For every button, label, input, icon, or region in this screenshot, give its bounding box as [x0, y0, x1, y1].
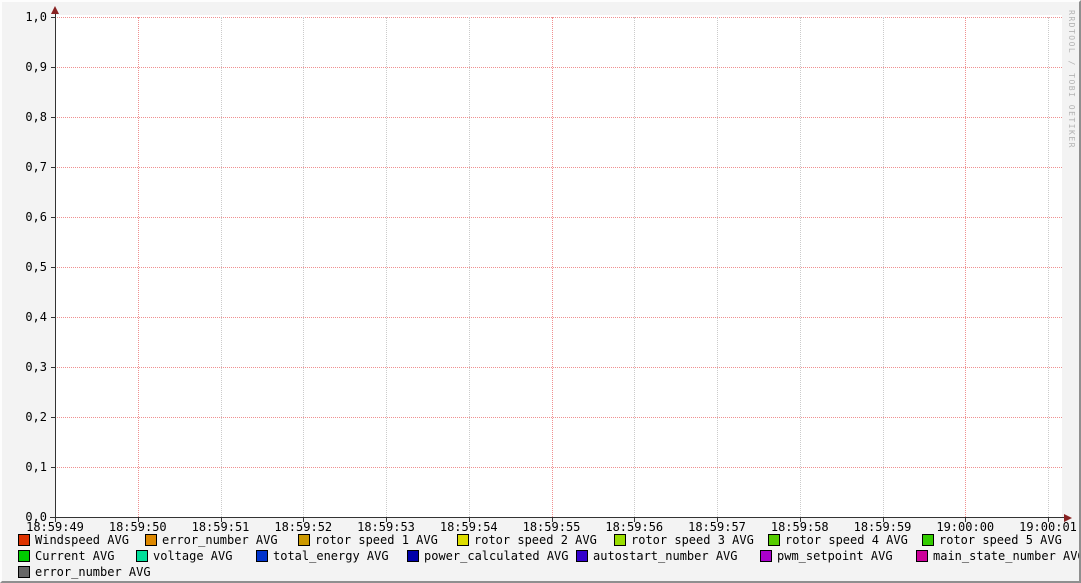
plot-area [56, 15, 1062, 517]
legend-item: power_calculated AVG [407, 550, 569, 562]
legend-item: error_number AVG [145, 534, 278, 546]
legend-item-label: rotor speed 3 AVG [631, 534, 754, 546]
horizontal-gridline [55, 267, 1062, 268]
y-axis-label: 0,3 [13, 361, 47, 373]
legend-color-swatch [18, 566, 30, 578]
horizontal-gridline [55, 467, 1062, 468]
x-axis-label: 18:59:55 [523, 521, 581, 533]
y-axis-label: 0,8 [13, 111, 47, 123]
y-axis-label: 0,6 [13, 211, 47, 223]
legend-item: pwm_setpoint AVG [760, 550, 893, 562]
legend-item: voltage AVG [136, 550, 232, 562]
vertical-gridline [303, 17, 304, 517]
legend-item: rotor speed 2 AVG [457, 534, 597, 546]
vertical-gridline [221, 17, 222, 517]
vertical-gridline [634, 17, 635, 517]
x-axis-label: 19:00:00 [936, 521, 994, 533]
legend-item: rotor speed 1 AVG [298, 534, 438, 546]
horizontal-gridline [55, 167, 1062, 168]
vertical-gridline [469, 17, 470, 517]
legend-item-label: autostart_number AVG [593, 550, 738, 562]
horizontal-gridline [55, 367, 1062, 368]
legend-color-swatch [298, 534, 310, 546]
legend-color-swatch [407, 550, 419, 562]
legend-item: rotor speed 4 AVG [768, 534, 908, 546]
legend-item-label: voltage AVG [153, 550, 232, 562]
legend-item-label: error_number AVG [162, 534, 278, 546]
legend-color-swatch [916, 550, 928, 562]
x-axis-label: 18:59:59 [854, 521, 912, 533]
legend-color-swatch [145, 534, 157, 546]
horizontal-gridline [55, 217, 1062, 218]
y-axis-arrow-icon [51, 6, 59, 14]
y-axis-label: 0,1 [13, 461, 47, 473]
legend-item: rotor speed 3 AVG [614, 534, 754, 546]
vertical-gridline [965, 17, 966, 517]
x-axis-label: 18:59:49 [26, 521, 84, 533]
legend-color-swatch [18, 534, 30, 546]
y-axis-label: 0,7 [13, 161, 47, 173]
legend-item-label: main_state_number AVG [933, 550, 1081, 562]
legend-item-label: rotor speed 2 AVG [474, 534, 597, 546]
vertical-gridline [883, 17, 884, 517]
legend-item: Windspeed AVG [18, 534, 129, 546]
legend-color-swatch [922, 534, 934, 546]
legend-color-swatch [576, 550, 588, 562]
legend-item-label: rotor speed 4 AVG [785, 534, 908, 546]
vertical-gridline [138, 17, 139, 517]
legend-item-label: Windspeed AVG [35, 534, 129, 546]
vertical-gridline [717, 17, 718, 517]
legend-item-label: total_energy AVG [273, 550, 389, 562]
legend-item: main_state_number AVG [916, 550, 1081, 562]
x-axis-line [50, 517, 1065, 518]
x-axis-label: 18:59:53 [357, 521, 415, 533]
horizontal-gridline [55, 17, 1062, 18]
horizontal-gridline [55, 417, 1062, 418]
vertical-gridline [386, 17, 387, 517]
y-axis-label: 0,9 [13, 61, 47, 73]
legend-color-swatch [768, 534, 780, 546]
vertical-gridline [1048, 17, 1049, 517]
legend-item: total_energy AVG [256, 550, 389, 562]
x-axis-label: 19:00:01 [1019, 521, 1077, 533]
legend-color-swatch [256, 550, 268, 562]
legend-item: autostart_number AVG [576, 550, 738, 562]
legend-item-label: pwm_setpoint AVG [777, 550, 893, 562]
vertical-gridline [552, 17, 553, 517]
legend-item-label: rotor speed 5 AVG [939, 534, 1062, 546]
x-axis-label: 18:59:54 [440, 521, 498, 533]
x-axis-label: 18:59:57 [688, 521, 746, 533]
rrdtool-graph: 1,00,90,80,70,60,50,40,30,20,10,0 18:59:… [0, 0, 1081, 583]
legend-item-label: error_number AVG [35, 566, 151, 578]
watermark: RRDTOOL / TOBI OETIKER [1067, 10, 1076, 149]
x-axis-label: 18:59:51 [192, 521, 250, 533]
legend-item: rotor speed 5 AVG [922, 534, 1062, 546]
legend-color-swatch [457, 534, 469, 546]
legend-color-swatch [136, 550, 148, 562]
legend-item-label: Current AVG [35, 550, 114, 562]
x-axis-label: 18:59:52 [274, 521, 332, 533]
legend-item-label: power_calculated AVG [424, 550, 569, 562]
vertical-gridline [800, 17, 801, 517]
y-axis-label: 0,4 [13, 311, 47, 323]
y-axis-line [55, 12, 56, 518]
legend-item: error_number AVG [18, 566, 151, 578]
legend-color-swatch [760, 550, 772, 562]
legend-color-swatch [614, 534, 626, 546]
horizontal-gridline [55, 317, 1062, 318]
legend-color-swatch [18, 550, 30, 562]
x-axis-label: 18:59:50 [109, 521, 167, 533]
y-axis-label: 0,5 [13, 261, 47, 273]
y-axis-label: 1,0 [13, 11, 47, 23]
x-axis-label: 18:59:56 [605, 521, 663, 533]
legend-item: Current AVG [18, 550, 114, 562]
y-axis-label: 0,2 [13, 411, 47, 423]
horizontal-gridline [55, 117, 1062, 118]
x-axis-label: 18:59:58 [771, 521, 829, 533]
horizontal-gridline [55, 67, 1062, 68]
legend-item-label: rotor speed 1 AVG [315, 534, 438, 546]
